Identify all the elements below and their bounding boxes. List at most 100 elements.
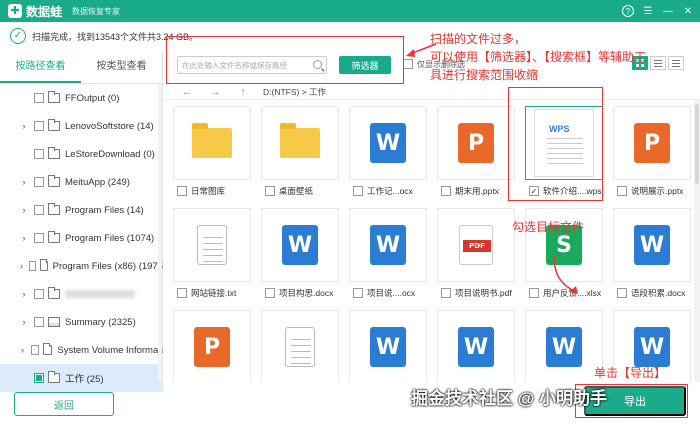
tree-item-label: LeStoreDownload (0) — [65, 148, 155, 160]
sidebar-scrollbar[interactable] — [158, 84, 162, 382]
file-item[interactable]: W 项目构思.docx — [255, 202, 339, 304]
tree-item-label: Program Files (x86) (1976 — [52, 260, 163, 272]
file-name: 项目说....ocx — [367, 288, 416, 298]
file-checkbox[interactable] — [353, 288, 363, 298]
file-item[interactable]: W — [343, 304, 427, 382]
file-item[interactable]: PDF 项目说明书.pdf — [431, 202, 515, 304]
file-scrollbar-thumb[interactable] — [695, 104, 699, 184]
file-checkbox[interactable] — [617, 288, 627, 298]
file-item[interactable]: P 说明展示.pptx — [607, 100, 691, 202]
chevron-right-icon[interactable]: › — [18, 345, 27, 355]
detail-view-button[interactable] — [668, 56, 684, 70]
file-name: 项目构思.docx — [279, 288, 334, 298]
tree-checkbox[interactable] — [34, 177, 44, 187]
tree-checkbox[interactable] — [34, 149, 44, 159]
file-thumbnail[interactable]: PDF — [437, 208, 515, 282]
word-icon: W — [634, 327, 670, 367]
file-item[interactable]: 日常图库 — [167, 100, 251, 202]
file-thumbnail[interactable]: P — [437, 106, 515, 180]
file-checkbox[interactable] — [265, 186, 275, 196]
tree-checkbox[interactable] — [34, 289, 44, 299]
file-thumbnail[interactable]: P — [173, 310, 251, 382]
file-thumbnail[interactable] — [261, 310, 339, 382]
file-checkbox[interactable] — [441, 288, 451, 298]
file-checkbox[interactable] — [265, 288, 275, 298]
tree-item[interactable]: › — [0, 280, 163, 308]
tree-checkbox[interactable] — [34, 205, 44, 215]
tree-item-label: 工作 (25) — [65, 374, 104, 385]
close-icon[interactable]: ✕ — [682, 5, 694, 17]
file-thumbnail[interactable]: W — [261, 208, 339, 282]
file-thumbnail[interactable] — [261, 106, 339, 180]
tree-item[interactable]: › Program Files (14) — [0, 196, 163, 224]
tree-checkbox[interactable] — [29, 261, 36, 271]
chevron-right-icon[interactable]: › — [18, 317, 30, 327]
file-item[interactable]: W — [431, 304, 515, 382]
chevron-right-icon[interactable]: › — [18, 121, 30, 131]
file-thumbnail[interactable]: W — [349, 208, 427, 282]
file-grid: 日常图库 桌面壁纸 W 工作记...ocx P 期末用.pptx WPS ✓ 软件介绍....w… — [163, 100, 700, 382]
drive-icon — [48, 317, 60, 327]
file-checkbox[interactable] — [177, 186, 187, 196]
file-checkbox[interactable] — [617, 186, 627, 196]
back-button[interactable]: 返回 — [14, 392, 114, 416]
tree-checkbox[interactable] — [34, 233, 44, 243]
folder-icon — [48, 287, 60, 299]
tab-by-path[interactable]: 按路径查看 — [0, 50, 81, 83]
file-item[interactable]: 桌面壁纸 — [255, 100, 339, 202]
file-item[interactable] — [255, 304, 339, 382]
tree-checkbox[interactable] — [34, 93, 44, 103]
tree-checkbox[interactable] — [34, 373, 44, 383]
chevron-right-icon[interactable]: › — [18, 177, 30, 187]
file-thumbnail[interactable]: W — [349, 106, 427, 180]
chevron-right-icon[interactable]: › — [18, 261, 25, 271]
chevron-right-icon[interactable]: › — [18, 289, 30, 299]
file-checkbox[interactable] — [441, 186, 451, 196]
chevron-right-icon[interactable]: › — [18, 233, 30, 243]
tree-item[interactable]: › System Volume Informati — [0, 336, 163, 364]
file-checkbox[interactable] — [177, 288, 187, 298]
watermark: 掘金技术社区 @ 小明助手 — [411, 389, 608, 408]
file-thumbnail[interactable] — [173, 208, 251, 282]
file-thumbnail[interactable] — [173, 106, 251, 180]
file-thumbnail[interactable]: P — [613, 106, 691, 180]
folder-icon — [42, 343, 53, 355]
menu-icon[interactable]: ☰ — [642, 5, 654, 17]
file-name: 工作记...ocx — [367, 186, 413, 196]
file-item[interactable]: W — [519, 304, 603, 382]
nav-up-icon[interactable]: ↑ — [229, 86, 257, 98]
file-item[interactable]: W 工作记...ocx — [343, 100, 427, 202]
file-item[interactable]: P — [167, 304, 251, 382]
folder-icon — [48, 203, 60, 215]
tree-item[interactable]: › Summary (2325) — [0, 308, 163, 336]
file-thumbnail[interactable]: W — [437, 310, 515, 382]
chevron-right-icon[interactable]: › — [18, 205, 30, 215]
tree-checkbox[interactable] — [34, 317, 44, 327]
file-checkbox[interactable] — [529, 288, 539, 298]
list-view-button[interactable] — [650, 56, 666, 70]
file-item[interactable]: 网站链接.txt — [167, 202, 251, 304]
file-item[interactable]: P 期末用.pptx — [431, 100, 515, 202]
nav-back-icon[interactable]: ← — [173, 86, 201, 98]
tree-checkbox[interactable] — [30, 345, 39, 355]
tree-item[interactable]: › LenovoSoftstore (14) — [0, 112, 163, 140]
file-thumbnail[interactable]: W — [349, 310, 427, 382]
tree-item[interactable]: › Program Files (x86) (1976 — [0, 252, 163, 280]
file-item[interactable]: W 语段积累.docx — [607, 202, 691, 304]
file-item[interactable]: W 项目说....ocx — [343, 202, 427, 304]
tree-item[interactable]: LeStoreDownload (0) — [0, 140, 163, 168]
help-icon[interactable]: ? — [622, 5, 634, 17]
minimize-icon[interactable]: — — [662, 5, 674, 17]
tree-item[interactable]: › Program Files (1074) — [0, 224, 163, 252]
tree-item[interactable]: FFOutput (0) — [0, 84, 163, 112]
tree-item[interactable]: 工作 (25) — [0, 364, 163, 392]
folder-icon — [192, 123, 232, 158]
tab-by-type[interactable]: 按类型查看 — [81, 50, 162, 83]
nav-forward-icon[interactable]: → — [201, 86, 229, 98]
file-checkbox[interactable] — [353, 186, 363, 196]
tree-item[interactable]: › MeituApp (249) — [0, 168, 163, 196]
tree-checkbox[interactable] — [34, 121, 44, 131]
file-thumbnail[interactable]: W — [525, 310, 603, 382]
file-thumbnail[interactable]: W — [613, 208, 691, 282]
deleted-only-checkbox[interactable] — [403, 59, 413, 69]
